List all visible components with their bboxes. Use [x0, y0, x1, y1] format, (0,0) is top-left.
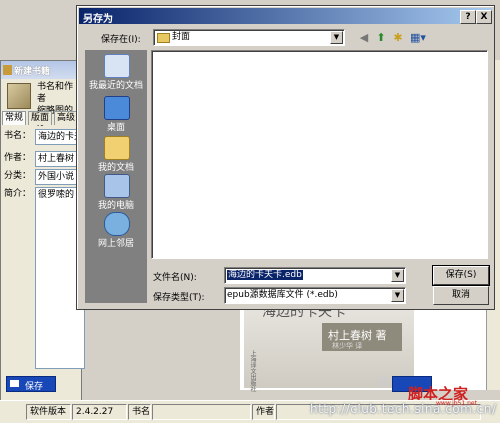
view-menu-icon[interactable]: ▦▾: [408, 31, 428, 45]
place-network[interactable]: 网上邻居: [85, 210, 147, 254]
status-author-label: 作者: [252, 404, 275, 420]
network-places-icon: [104, 212, 130, 236]
status-version-label: 软件版本: [26, 404, 71, 420]
cancel-button[interactable]: 取消: [433, 286, 489, 305]
file-type-value: epub源数据库文件 (*.edb): [227, 290, 338, 300]
category-label: 分类：: [4, 171, 32, 181]
file-name-input[interactable]: 海边的卡夫卡.edb ▼: [224, 267, 406, 284]
place-recent-documents-label: 我最近的文档: [88, 81, 143, 91]
place-desktop[interactable]: 桌面: [85, 94, 147, 138]
my-documents-icon: [104, 136, 130, 160]
place-network-label: 网上邻居: [97, 239, 134, 249]
chevron-down-icon[interactable]: ▼: [330, 31, 343, 44]
new-book-window: 新建书籍 书名和作者 缩略图的办 常规 版面 高级 书名： 海边的卡夫 作者： …: [0, 60, 85, 402]
recent-documents-icon: [104, 54, 130, 78]
save-button[interactable]: 保存(S): [432, 265, 490, 286]
file-type-select[interactable]: epub源数据库文件 (*.edb) ▼: [224, 287, 406, 304]
new-book-title: 新建书籍: [14, 67, 51, 77]
file-name-dropdown-icon[interactable]: ▼: [391, 269, 404, 282]
author-label: 作者：: [4, 153, 32, 163]
file-list[interactable]: [151, 50, 488, 259]
file-name-value: 海边的卡夫卡.edb: [227, 270, 303, 280]
desktop-icon: [104, 96, 130, 120]
save-book-label: 保存: [25, 382, 44, 392]
cover-author-plate: 村上春树 著 林少华 译: [322, 323, 402, 351]
cover-publisher-text: 上海译文出版社: [249, 350, 256, 392]
save-as-dialog: 另存为 ? X 保存在(I): 封面 ▼ ◀ ⬆ ✱ ▦▾ 我最近的文档 桌面 …: [76, 5, 495, 310]
tab-layout[interactable]: 版面: [28, 111, 53, 125]
status-title-value: [152, 404, 251, 420]
summary-label: 简介：: [4, 189, 32, 199]
help-button[interactable]: ?: [460, 10, 476, 24]
save-icon: [10, 380, 19, 387]
place-recent-documents[interactable]: 我最近的文档: [85, 52, 147, 96]
close-button[interactable]: X: [476, 10, 492, 24]
my-computer-icon: [104, 174, 130, 198]
file-name-label: 文件名(N):: [153, 273, 197, 283]
dialog-title-bar: 另存为 ? X: [79, 8, 492, 25]
look-in-value: 封面: [172, 32, 191, 42]
tab-advanced[interactable]: 高级: [54, 111, 79, 125]
dialog-title: 另存为: [83, 14, 113, 25]
look-in-dropdown[interactable]: 封面 ▼: [153, 29, 345, 46]
book-title-label: 书名：: [4, 131, 32, 141]
folder-icon: [157, 33, 170, 43]
file-type-dropdown-icon[interactable]: ▼: [391, 289, 404, 302]
cover-translator-text: 林少华 译: [332, 342, 363, 350]
watermark-blog-url: http://club.tech.sina.com.cn/: [310, 402, 497, 416]
status-title-label: 书名: [128, 404, 151, 420]
tab-general[interactable]: 常规: [2, 111, 27, 125]
look-in-label: 保存在(I):: [101, 35, 141, 45]
save-book-button[interactable]: 保存: [6, 376, 56, 392]
up-folder-icon[interactable]: ⬆: [374, 31, 388, 45]
file-type-label: 保存类型(T):: [153, 293, 205, 303]
new-book-title-bar: 新建书籍: [1, 61, 81, 79]
places-bar: 我最近的文档 桌面 我的文档 我的电脑 网上邻居: [85, 50, 147, 303]
book-icon: [7, 83, 31, 109]
book-small-icon: [3, 65, 12, 75]
status-version-value: 2.4.2.27: [72, 404, 127, 420]
new-folder-icon[interactable]: ✱: [391, 31, 405, 45]
place-desktop-label: 桌面: [106, 123, 125, 133]
weibo-watermark-icon: ◎: [378, 374, 389, 388]
back-icon[interactable]: ◀: [357, 31, 371, 45]
